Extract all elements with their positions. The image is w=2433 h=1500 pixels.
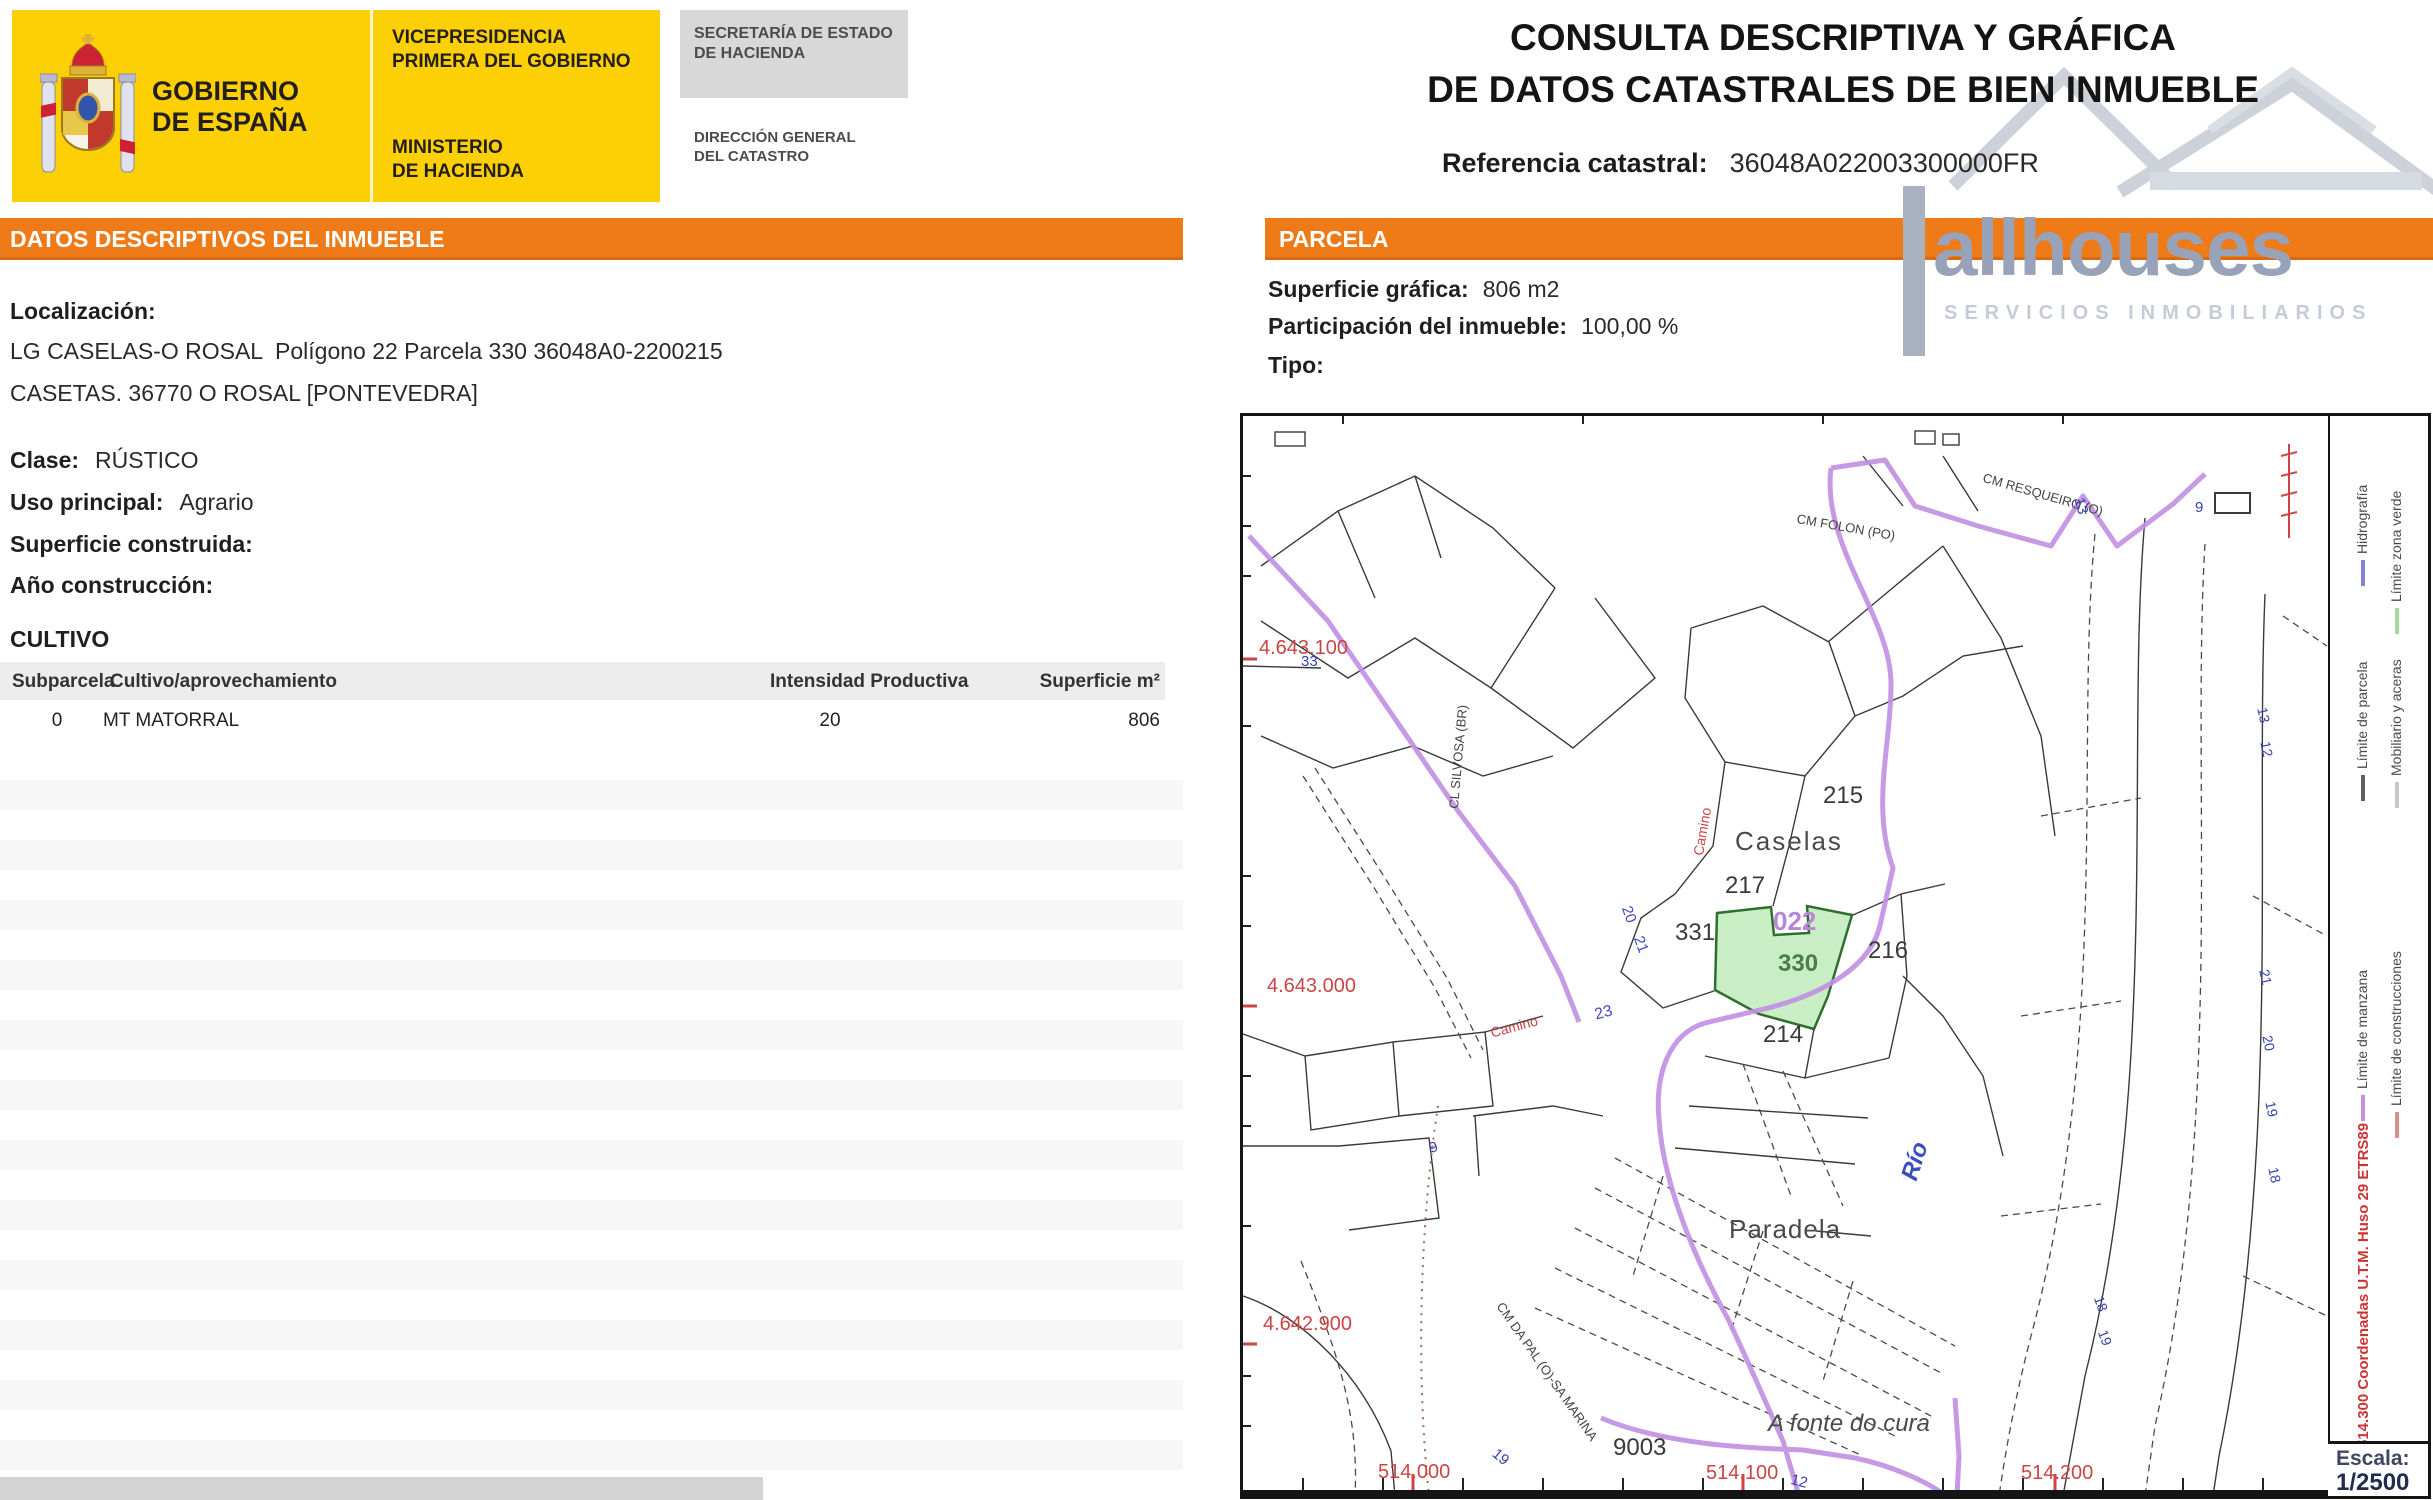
anio-construccion-label: Año construcción:: [10, 572, 213, 599]
ministerio-label: MINISTERIO DE HACIENDA: [392, 136, 524, 184]
escala-label: Escala:: [2336, 1447, 2428, 1470]
document-title: CONSULTA DESCRIPTIVA Y GRÁFICA DE DATOS …: [1390, 12, 2296, 116]
min-line1: MINISTERIO: [392, 136, 524, 160]
vice-line2: PRIMERA DEL GOBIERNO: [392, 50, 631, 74]
cell-superficie: 806: [1025, 710, 1160, 732]
clase-field: Clase: RÚSTICO: [10, 447, 199, 474]
cadastral-map: 4.643.1004.643.0004.642.900514.000514.10…: [1240, 413, 2431, 1499]
section-header-datos-descriptivos: DATOS DESCRIPTIVOS DEL INMUEBLE: [0, 218, 1183, 260]
legend-swatch: [2361, 560, 2365, 586]
logo-divider: [370, 10, 373, 202]
direccion-line1: DIRECCIÓN GENERAL: [694, 128, 856, 147]
catastro-document: { "header": { "gobierno_line1": "GOBIERN…: [0, 0, 2433, 1500]
legend-item-mobiliario-y-aceras: Mobiliario y aceras: [2389, 659, 2403, 808]
legend-swatch: [2361, 1095, 2365, 1121]
participacion-value: 100,00 %: [1581, 313, 1678, 340]
col-header-cultivo: Cultivo/aprovechamiento: [110, 671, 337, 693]
legend-item-l-mite-zona-verde: Límite zona verde: [2389, 491, 2403, 634]
localizacion-line2: CASETAS. 36770 O ROSAL [PONTEVEDRA]: [10, 380, 478, 407]
tipo-label: Tipo:: [1268, 352, 1324, 379]
min-line2: DE HACIENDA: [392, 160, 524, 184]
superficie-construida-label: Superficie construida:: [10, 531, 253, 558]
legend-swatch: [2395, 608, 2399, 634]
col-header-subparcela: Subparcela: [12, 671, 114, 693]
cultivo-title: CULTIVO: [10, 626, 109, 653]
gobierno-line1: GOBIERNO: [152, 76, 308, 107]
gobierno-line2: DE ESPAÑA: [152, 107, 308, 138]
direccion-line2: DEL CATASTRO: [694, 147, 856, 166]
escala-box: Escala: 1/2500: [2328, 1441, 2428, 1496]
legend-swatch: [2395, 1112, 2399, 1138]
clase-label: Clase:: [10, 447, 79, 474]
uso-label: Uso principal:: [10, 489, 163, 516]
vicepresidencia-label: VICEPRESIDENCIA PRIMERA DEL GOBIERNO: [392, 26, 631, 74]
secretaria-badge: SECRETARÍA DE ESTADO DE HACIENDA: [680, 10, 908, 98]
secretaria-line2: DE HACIENDA: [694, 44, 908, 64]
col-header-intensidad: Intensidad Productiva: [770, 671, 968, 693]
superficie-construida-field: Superficie construida:: [10, 531, 269, 558]
superficie-grafica-value: 806 m2: [1483, 276, 1560, 303]
localizacion-label: Localización:: [10, 298, 156, 325]
cell-cultivo: MT MATORRAL: [103, 710, 239, 732]
superficie-grafica-field: Superficie gráfica: 806 m2: [1268, 276, 1559, 303]
participacion-label: Participación del inmueble:: [1268, 313, 1567, 340]
clase-value: RÚSTICO: [95, 447, 199, 474]
cell-intensidad: 20: [770, 710, 890, 732]
direccion-label: DIRECCIÓN GENERAL DEL CATASTRO: [694, 128, 856, 166]
government-logo-block: GOBIERNO DE ESPAÑA VICEPRESIDENCIA PRIME…: [12, 10, 660, 202]
uso-value: Agrario: [179, 489, 253, 516]
anio-construccion-field: Año construcción:: [10, 572, 229, 599]
logo-vertical-bar: [1903, 186, 1925, 356]
secretaria-line1: SECRETARÍA DE ESTADO: [694, 24, 908, 44]
legend-item-l-mite-de-parcela: Límite de parcela: [2355, 662, 2369, 801]
left-panel-background: [0, 750, 1183, 1477]
map-legend-strip: Hidrografía Límite zona verde Límite de pa…: [1243, 416, 2428, 1496]
doc-title-line2: DE DATOS CATASTRALES DE BIEN INMUEBLE: [1390, 64, 2296, 116]
brand-tagline: SERVICIOS INMOBILIARIOS: [1944, 302, 2372, 325]
section-header-parcela: PARCELA: [1265, 218, 2433, 260]
spain-coat-of-arms: [40, 30, 136, 190]
legend-swatch: [2361, 775, 2365, 801]
legend-item-hidrograf-a: Hidrografía: [2355, 485, 2369, 586]
gobierno-wordmark: GOBIERNO DE ESPAÑA: [152, 76, 308, 138]
left-panel-bottom-strip: [0, 1477, 763, 1500]
localizacion-line1: LG CASELAS-O ROSAL Polígono 22 Parcela 3…: [10, 338, 723, 365]
referencia-value: 36048A022003300000FR: [1730, 148, 2039, 179]
col-header-superficie: Superficie m²: [1025, 671, 1160, 693]
participacion-field: Participación del inmueble: 100,00 %: [1268, 313, 1678, 340]
legend-swatch: [2395, 782, 2399, 808]
cell-subparcela: 0: [12, 710, 102, 732]
doc-title-line1: CONSULTA DESCRIPTIVA Y GRÁFICA: [1390, 12, 2296, 64]
superficie-grafica-label: Superficie gráfica:: [1268, 276, 1469, 303]
referencia-catastral: Referencia catastral: 36048A022003300000…: [1442, 148, 2039, 179]
utm-coordinates-note: 514.300 Coordenadas U.T.M. Huso 29 ETRS8…: [2355, 1123, 2372, 1448]
vice-line1: VICEPRESIDENCIA: [392, 26, 631, 50]
uso-principal-field: Uso principal: Agrario: [10, 489, 254, 516]
tipo-field: Tipo:: [1268, 352, 1338, 379]
legend-item-l-mite-de-manzana: Límite de manzana: [2355, 970, 2369, 1121]
logo-base-bar: [2150, 172, 2422, 190]
escala-value: 1/2500: [2336, 1470, 2428, 1496]
referencia-label: Referencia catastral:: [1442, 148, 1708, 179]
legend-item-l-mite-de-construcciones: Límite de construcciones: [2389, 951, 2403, 1138]
